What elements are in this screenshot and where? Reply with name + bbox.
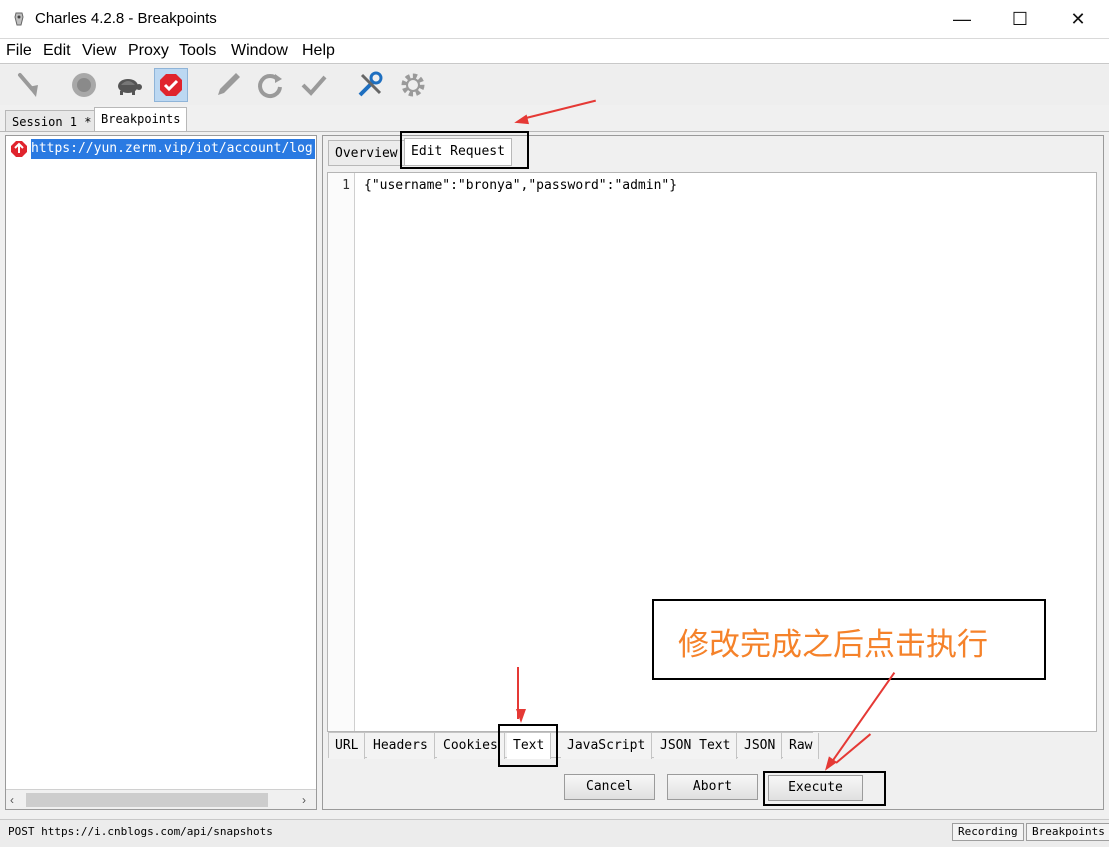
line-gutter: 1 xyxy=(328,173,355,731)
scroll-left-icon[interactable]: ‹ xyxy=(10,793,14,807)
arrow-head-text-tab xyxy=(516,709,526,723)
menu-edit[interactable]: Edit xyxy=(43,42,71,60)
request-body-text[interactable]: {"username":"bronya","password":"admin"} xyxy=(364,178,677,193)
tab-divider xyxy=(0,131,1109,132)
horizontal-scrollbar[interactable]: ‹ › xyxy=(6,789,316,809)
menu-view[interactable]: View xyxy=(82,42,116,60)
throttle-turtle-icon[interactable] xyxy=(112,69,144,101)
breakpoints-icon xyxy=(160,74,182,96)
minimize-button[interactable]: — xyxy=(933,0,991,38)
menu-proxy[interactable]: Proxy xyxy=(128,42,169,60)
window-title: Charles 4.2.8 - Breakpoints xyxy=(35,10,217,27)
status-text: POST https://i.cnblogs.com/api/snapshots xyxy=(8,825,273,838)
status-bar: POST https://i.cnblogs.com/api/snapshots… xyxy=(0,819,1109,847)
repeat-icon[interactable] xyxy=(254,69,286,101)
tools-icon[interactable] xyxy=(354,69,386,101)
cancel-button[interactable]: Cancel xyxy=(564,774,655,800)
scroll-right-icon[interactable]: › xyxy=(302,793,306,807)
highlight-box-edit-request xyxy=(400,131,529,169)
menu-bar: File Edit View Proxy Tools Window Help xyxy=(0,38,1109,64)
breakpoint-icon xyxy=(11,141,27,157)
settings-gear-icon[interactable] xyxy=(397,69,429,101)
annotation-callout: 修改完成之后点击执行 xyxy=(652,599,1046,680)
body-view-tabs: URL Headers Cookies Text JavaScript JSON… xyxy=(328,732,820,759)
tab-session-1[interactable]: Session 1 * xyxy=(5,110,99,132)
toolbar xyxy=(0,65,1109,105)
tab-overview[interactable]: Overview xyxy=(328,140,405,166)
tab-json[interactable]: JSON xyxy=(738,733,783,759)
scrollbar-thumb[interactable] xyxy=(26,793,268,807)
arrow-head-edit-request xyxy=(512,114,530,128)
broom-icon[interactable] xyxy=(12,69,44,101)
validate-check-icon[interactable] xyxy=(298,69,330,101)
breakpoint-detail-panel: Overview Edit Request 1 {"username":"bro… xyxy=(322,135,1104,810)
close-button[interactable]: ✕ xyxy=(1049,0,1107,38)
annotation-text: 修改完成之后点击执行 xyxy=(678,627,988,662)
compose-pen-icon[interactable] xyxy=(212,69,244,101)
tab-cookies[interactable]: Cookies xyxy=(437,733,505,759)
tab-json-text[interactable]: JSON Text xyxy=(654,733,738,759)
title-bar: Charles 4.2.8 - Breakpoints — ☐ ✕ xyxy=(0,0,1109,38)
tab-breakpoints[interactable]: Breakpoints xyxy=(94,107,188,132)
breakpoint-url: https://yun.zerm.vip/iot/account/log xyxy=(31,139,315,159)
tab-javascript[interactable]: JavaScript xyxy=(561,733,653,759)
charles-app-icon xyxy=(14,12,24,26)
breakpoint-list-item[interactable]: https://yun.zerm.vip/iot/account/log xyxy=(9,139,315,159)
abort-button[interactable]: Abort xyxy=(667,774,758,800)
tab-url[interactable]: URL xyxy=(329,733,366,759)
highlight-box-text-tab xyxy=(498,724,558,767)
tab-headers[interactable]: Headers xyxy=(367,733,435,759)
maximize-button[interactable]: ☐ xyxy=(991,0,1049,38)
breakpoints-toggle[interactable] xyxy=(154,68,188,102)
breakpoint-list-panel: https://yun.zerm.vip/iot/account/log ‹ › xyxy=(5,135,317,810)
menu-window[interactable]: Window xyxy=(231,42,288,60)
record-icon[interactable] xyxy=(68,69,100,101)
recording-status-button[interactable]: Recording xyxy=(952,823,1024,841)
highlight-box-execute xyxy=(763,771,886,806)
breakpoints-status-button[interactable]: Breakpoints xyxy=(1026,823,1109,841)
menu-file[interactable]: File xyxy=(6,42,32,60)
line-number: 1 xyxy=(342,178,350,193)
tab-raw[interactable]: Raw xyxy=(783,733,820,759)
menu-help[interactable]: Help xyxy=(302,42,335,60)
menu-tools[interactable]: Tools xyxy=(179,42,216,60)
